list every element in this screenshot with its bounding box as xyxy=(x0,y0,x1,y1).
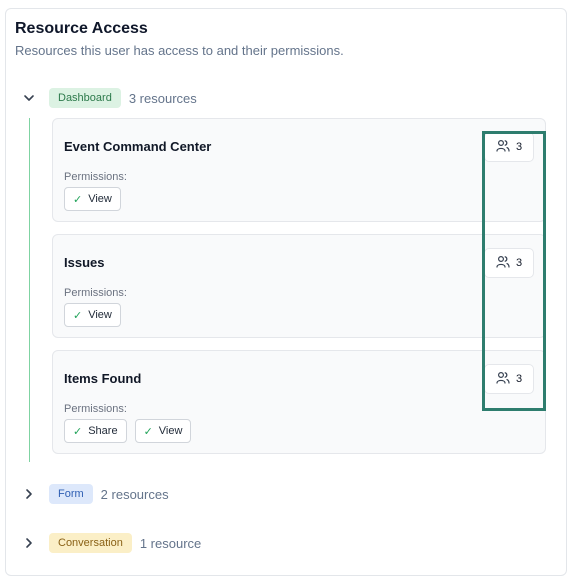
chevron-right-icon[interactable] xyxy=(22,487,36,501)
users-count-button[interactable]: 3 xyxy=(484,132,534,162)
resource-card: Issues Permissions: ✓ View 3 xyxy=(52,234,546,338)
permissions-label: Permissions: xyxy=(64,171,127,183)
check-icon: ✓ xyxy=(73,193,83,206)
resource-count: 3 resources xyxy=(128,90,197,106)
users-count-button[interactable]: 3 xyxy=(484,364,534,394)
permission-label: View xyxy=(88,309,112,321)
permission-chip: ✓ Share xyxy=(64,419,127,443)
users-count: 3 xyxy=(515,257,523,269)
group-form[interactable]: Form 2 resources xyxy=(22,482,169,506)
permission-chip: ✓ View xyxy=(64,303,121,327)
permission-label: Share xyxy=(88,425,118,437)
permissions-list: ✓ View xyxy=(64,303,121,327)
permissions-list: ✓ Share ✓ View xyxy=(64,419,192,443)
group-divider xyxy=(29,118,30,462)
group-badge: Conversation xyxy=(49,533,132,553)
users-count-button[interactable]: 3 xyxy=(484,248,534,278)
permission-chip: ✓ View xyxy=(64,187,121,211)
page-subtitle: Resources this user has access to and th… xyxy=(15,43,344,58)
group-badge: Dashboard xyxy=(49,88,121,108)
resource-count: 1 resource xyxy=(139,535,202,551)
resource-name: Event Command Center xyxy=(64,139,212,154)
permission-label: View xyxy=(88,193,112,205)
users-icon xyxy=(496,371,510,387)
permissions-list: ✓ View xyxy=(64,187,121,211)
permissions-label: Permissions: xyxy=(64,403,127,415)
users-count: 3 xyxy=(515,373,523,385)
group-conversation[interactable]: Conversation 1 resource xyxy=(22,531,201,555)
check-icon: ✓ xyxy=(73,425,83,438)
chevron-down-icon[interactable] xyxy=(22,91,36,105)
permission-label: View xyxy=(158,425,183,437)
resource-card: Event Command Center Permissions: ✓ View… xyxy=(52,118,546,222)
check-icon: ✓ xyxy=(143,425,153,438)
group-badge: Form xyxy=(49,484,93,504)
resource-name: Items Found xyxy=(64,371,142,386)
users-count: 3 xyxy=(515,141,523,153)
resource-card: Items Found Permissions: ✓ Share ✓ View … xyxy=(52,350,546,454)
users-icon xyxy=(496,139,510,155)
group-dashboard[interactable]: Dashboard 3 resources xyxy=(22,86,197,110)
users-icon xyxy=(496,255,510,271)
permissions-label: Permissions: xyxy=(64,287,127,299)
permission-chip: ✓ View xyxy=(134,419,192,443)
page-title: Resource Access xyxy=(15,20,148,37)
resource-count: 2 resources xyxy=(100,486,169,502)
check-icon: ✓ xyxy=(73,309,83,322)
chevron-right-icon[interactable] xyxy=(22,536,36,550)
resource-name: Issues xyxy=(64,255,105,270)
